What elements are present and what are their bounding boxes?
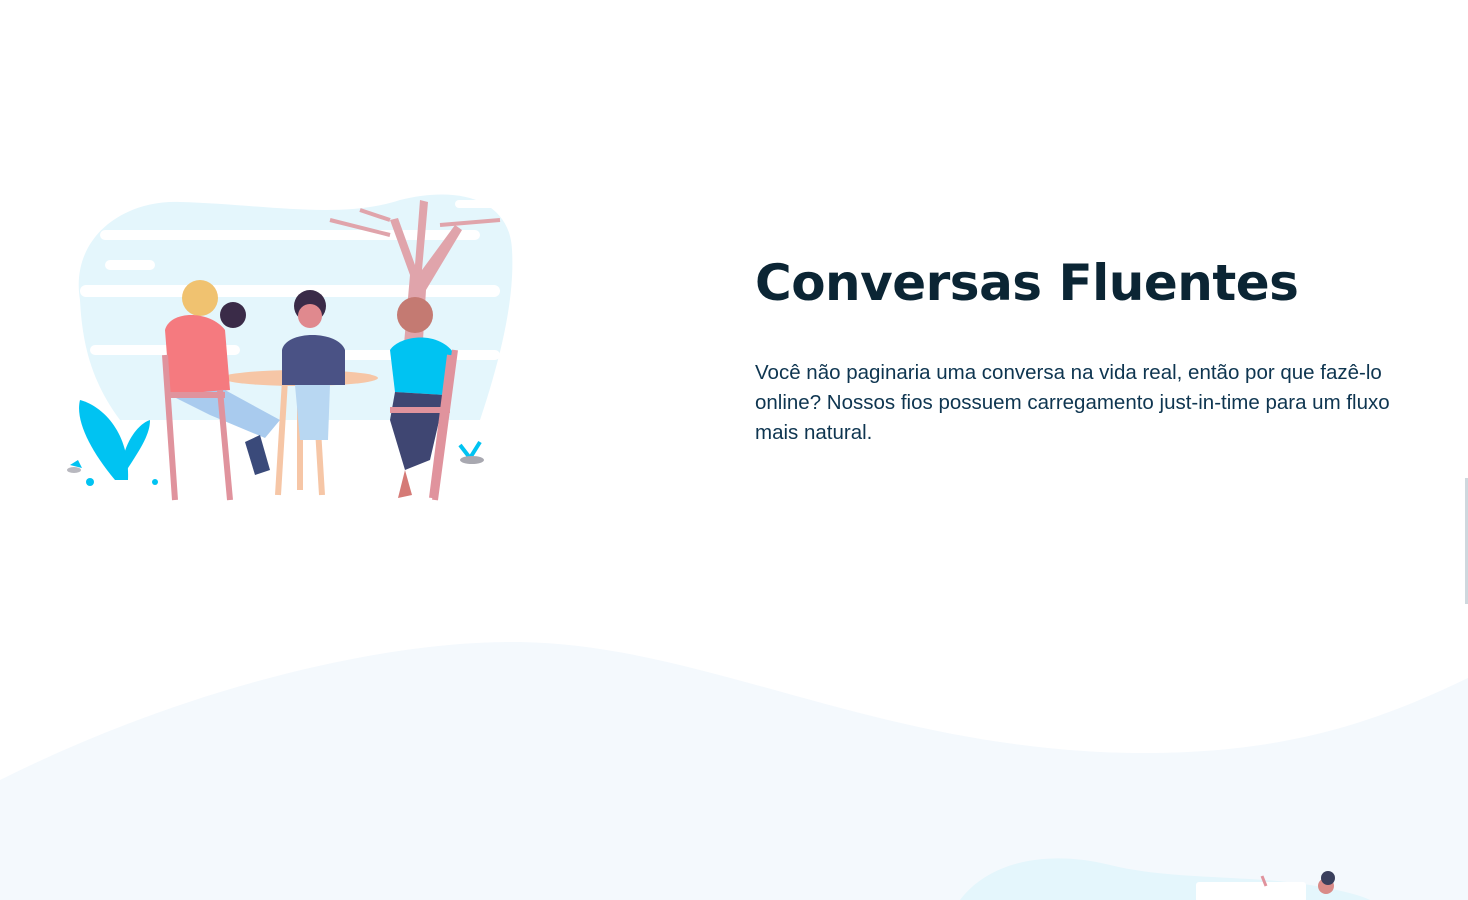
people-at-table-illustration [67, 194, 513, 501]
feature-description: Você não paginaria uma conversa na vida … [755, 361, 1390, 444]
feature-text: Conversas Fluentes Você não paginaria um… [755, 250, 1405, 448]
person-at-desk-illustration [960, 858, 1370, 900]
page: Conversas Fluentes Você não paginaria um… [0, 0, 1468, 900]
feature-title: Conversas Fluentes [755, 254, 1299, 312]
